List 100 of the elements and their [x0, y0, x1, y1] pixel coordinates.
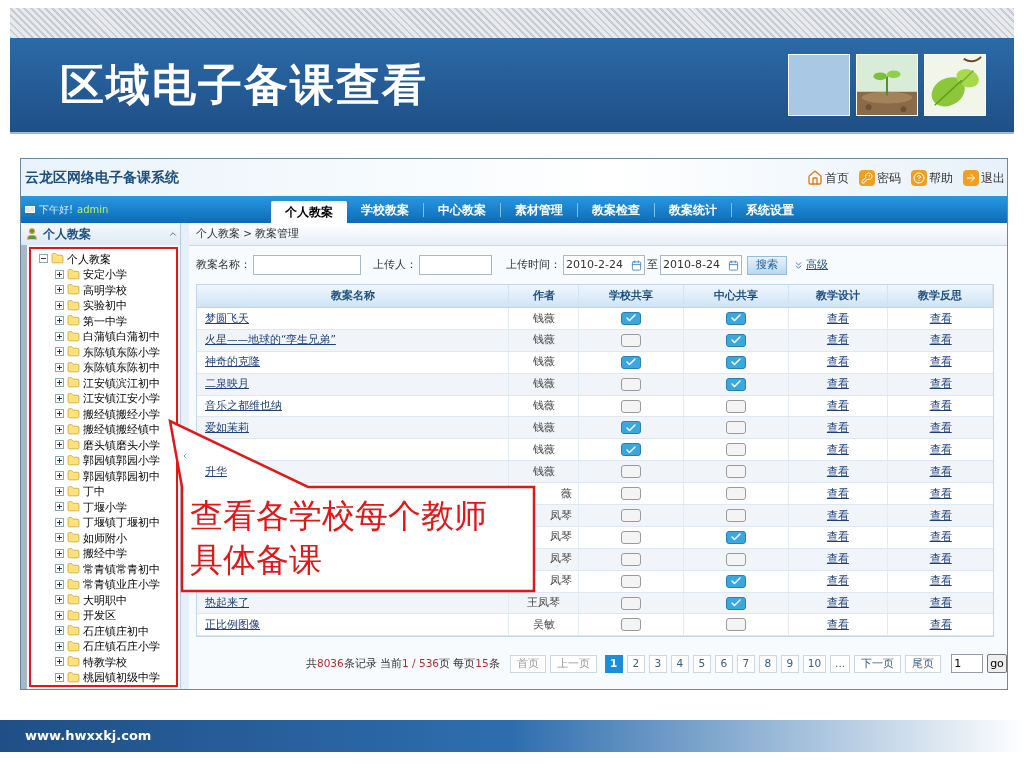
header-link[interactable]: 帮助	[911, 168, 953, 187]
go-button[interactable]: go	[987, 654, 1007, 674]
tree-item[interactable]: 常青镇常青初中	[83, 563, 160, 574]
tree-item[interactable]: 个人教案	[67, 253, 111, 264]
tree-item[interactable]: 丁中	[83, 486, 105, 497]
view-link[interactable]: 查看	[929, 398, 952, 414]
tree-item[interactable]: 东陈镇东陈小学	[83, 346, 160, 357]
page-button[interactable]: 6	[714, 654, 733, 673]
page-button[interactable]: 8	[758, 654, 777, 673]
view-link[interactable]: 查看	[929, 507, 952, 524]
tree-item[interactable]: 磨头镇磨头小学	[83, 439, 160, 450]
page-button[interactable]: 7	[736, 654, 755, 673]
view-link[interactable]: 查看	[826, 376, 849, 392]
page-button[interactable]: 3	[648, 654, 667, 673]
search-button[interactable]: 搜索	[747, 255, 787, 275]
view-link[interactable]: 查看	[826, 573, 849, 589]
view-link[interactable]: 查看	[929, 573, 952, 589]
tree-item[interactable]: 江安镇江安小学	[83, 393, 160, 404]
next-page-button[interactable]: 下一页	[854, 654, 902, 673]
tree-item[interactable]: 石庄镇石庄小学	[83, 641, 160, 652]
view-link[interactable]: 查看	[929, 310, 952, 327]
page-button[interactable]: 10	[802, 654, 827, 673]
view-link[interactable]: 查看	[929, 485, 952, 502]
tree-item[interactable]: 郭园镇郭园初中	[83, 470, 160, 481]
page-button[interactable]: 9	[780, 654, 799, 673]
tree-item[interactable]: 丁堰小学	[83, 501, 127, 512]
view-link[interactable]: 查看	[826, 463, 849, 480]
page-input[interactable]: 1	[951, 654, 984, 674]
tree-item[interactable]: 桃园镇初级中学	[83, 672, 160, 683]
date-field[interactable]: 2010-2-24	[563, 255, 645, 275]
view-link[interactable]: 查看	[826, 310, 849, 327]
lesson-link[interactable]: 梦圆飞天	[205, 310, 249, 327]
view-link[interactable]: 查看	[929, 463, 952, 480]
nav-tab[interactable]: 学校教案	[347, 198, 423, 221]
tree-item[interactable]: 安定小学	[83, 269, 127, 280]
nav-tab[interactable]: 中心教案	[424, 198, 500, 221]
tree-item[interactable]: 常青镇业庄小学	[83, 579, 160, 590]
tree-item[interactable]: 郭园镇郭园小学	[83, 455, 160, 466]
advanced-link[interactable]: 高级	[806, 257, 828, 273]
tree-item[interactable]: 搬经镇搬经小学	[83, 408, 160, 419]
view-link[interactable]: 查看	[929, 332, 952, 349]
tree-item[interactable]: 东陈镇东陈初中	[83, 362, 160, 373]
view-link[interactable]: 查看	[826, 354, 849, 371]
view-link[interactable]: 查看	[826, 485, 849, 502]
tree-item[interactable]: 丁堰镇丁堰初中	[83, 517, 160, 528]
header-link[interactable]: 退出	[963, 168, 1005, 187]
view-link[interactable]: 查看	[826, 398, 849, 414]
lesson-link[interactable]: 火星——地球的“孪生兄弟”	[205, 332, 336, 349]
nav-tab[interactable]: 教案统计	[655, 198, 731, 221]
lesson-link[interactable]: 爱如茉莉	[205, 420, 249, 436]
page-button[interactable]: 4	[670, 654, 689, 673]
tree-item[interactable]: 高明学校	[83, 284, 127, 295]
tree-item[interactable]: 大明职中	[83, 594, 127, 605]
view-link[interactable]: 查看	[929, 354, 952, 371]
nav-tab[interactable]: 系统设置	[732, 198, 808, 221]
tree-item[interactable]: 石庄镇庄初中	[83, 625, 149, 636]
tree-item[interactable]: 白蒲镇白蒲初中	[83, 331, 160, 342]
tree-item[interactable]: 江安镇滨江初中	[83, 377, 160, 388]
tree-item[interactable]: 如师附小	[83, 532, 127, 543]
view-link[interactable]: 查看	[929, 441, 952, 458]
view-link[interactable]: 查看	[929, 617, 952, 633]
view-link[interactable]: 查看	[929, 420, 952, 436]
tree-item[interactable]: 特教学校	[83, 656, 127, 667]
nav-tab[interactable]: 素材管理	[501, 198, 577, 221]
view-link[interactable]: 查看	[929, 529, 952, 546]
view-link[interactable]: 查看	[826, 529, 849, 546]
page-button[interactable]: 1	[604, 654, 623, 673]
lesson-link[interactable]: 音乐之都维也纳	[205, 398, 282, 414]
nav-tab[interactable]: 教案检查	[578, 198, 654, 221]
lesson-link[interactable]: 二泉映月	[205, 376, 249, 392]
view-link[interactable]: 查看	[929, 551, 952, 568]
lesson-link[interactable]: 神奇的克隆	[205, 354, 260, 371]
view-link[interactable]: 查看	[826, 507, 849, 524]
page-button[interactable]: ...	[830, 654, 851, 673]
view-link[interactable]: 查看	[826, 332, 849, 349]
header-link[interactable]: 密码	[859, 168, 901, 187]
author-cell-text: 薇	[561, 485, 573, 501]
view-link[interactable]: 查看	[826, 551, 849, 568]
lesson-link[interactable]: 正比例图像	[205, 617, 260, 633]
lesson-link[interactable]: 升华	[205, 463, 227, 480]
page-button[interactable]: 2	[626, 654, 645, 673]
last-page-button[interactable]: 尾页	[905, 654, 942, 673]
column-header: 教学设计	[788, 285, 889, 307]
tree-item[interactable]: 实验初中	[83, 300, 127, 311]
date-field[interactable]: 2010-8-24	[660, 255, 742, 275]
tree-item[interactable]: 搬经镇搬经镇中	[83, 424, 160, 435]
view-link[interactable]: 查看	[826, 617, 849, 633]
view-link[interactable]: 查看	[826, 441, 849, 458]
view-link[interactable]: 查看	[826, 595, 849, 611]
header-link[interactable]: 首页	[807, 168, 849, 187]
view-link[interactable]: 查看	[929, 595, 952, 611]
page-button[interactable]: 5	[692, 654, 711, 673]
field-label: 教案名称：	[196, 257, 251, 273]
view-link[interactable]: 查看	[929, 376, 952, 392]
view-link[interactable]: 查看	[826, 420, 849, 436]
lesson-link[interactable]: 热起来了	[205, 595, 249, 611]
nav-tab[interactable]: 个人教案	[271, 201, 347, 223]
tree-item[interactable]: 搬经中学	[83, 548, 127, 559]
tree-item[interactable]: 第一中学	[83, 315, 127, 326]
tree-item[interactable]: 开发区	[83, 610, 116, 621]
